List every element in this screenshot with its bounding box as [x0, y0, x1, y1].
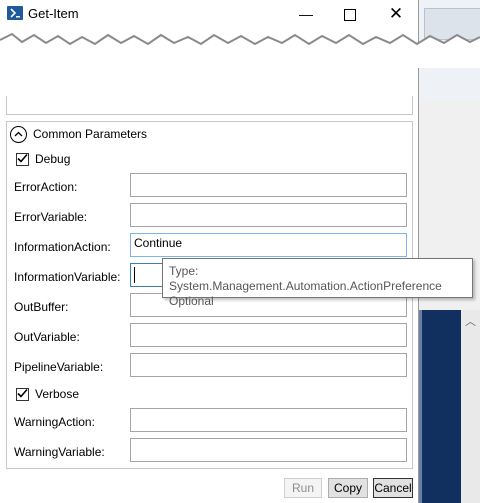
erroraction-label: ErrorAction: [14, 180, 78, 194]
torn-edge-divider [0, 32, 480, 68]
get-item-dialog: Get-Item — ✕ Common Parameters Debug Err… [0, 0, 419, 503]
errorvariable-field[interactable] [130, 203, 407, 227]
errorvariable-label: ErrorVariable: [14, 210, 88, 224]
verbose-checkbox[interactable] [16, 387, 29, 401]
minimize-button[interactable]: — [284, 2, 328, 26]
warningvariable-field[interactable] [130, 438, 407, 462]
maximize-icon [344, 9, 356, 22]
verbose-checkbox-row[interactable]: Verbose [16, 386, 79, 402]
previous-section-panel [6, 96, 413, 115]
verbose-label: Verbose [35, 387, 80, 401]
parameter-tooltip: Type: System.Management.Automation.Actio… [162, 258, 473, 308]
common-parameters-header[interactable]: Common Parameters [10, 125, 147, 143]
title-bar[interactable]: Get-Item — ✕ [0, 0, 418, 28]
background-console-margin [419, 310, 462, 503]
outvariable-label: OutVariable: [14, 330, 80, 344]
tooltip-optional-line: Optional [169, 294, 214, 308]
debug-checkbox-row[interactable]: Debug [16, 151, 70, 167]
window-title: Get-Item [28, 6, 79, 21]
close-button[interactable]: ✕ [374, 2, 418, 26]
informationvariable-label: InformationVariable: [14, 270, 121, 284]
outvariable-field[interactable] [130, 323, 407, 347]
outbuffer-label: OutBuffer: [14, 300, 69, 314]
informationvariable-field[interactable] [130, 263, 163, 287]
background-scrollbar[interactable]: ︿ [461, 310, 480, 503]
debug-checkbox[interactable] [16, 152, 29, 166]
warningvariable-label: WarningVariable: [14, 445, 105, 459]
cancel-button[interactable]: Cancel [373, 478, 413, 498]
pipelinevariable-label: PipelineVariable: [14, 360, 104, 374]
pipelinevariable-field[interactable] [130, 353, 407, 377]
erroraction-field[interactable] [130, 173, 407, 197]
run-button[interactable]: Run [284, 478, 322, 498]
informationaction-field[interactable]: Continue [130, 233, 407, 257]
debug-label: Debug [35, 152, 71, 166]
section-title: Common Parameters [33, 127, 148, 141]
copy-button[interactable]: Copy [328, 478, 368, 498]
scroll-up-icon[interactable]: ︿ [465, 313, 476, 329]
maximize-button[interactable] [328, 2, 372, 26]
warningaction-label: WarningAction: [14, 415, 95, 429]
informationaction-label: InformationAction: [14, 240, 111, 254]
powershell-icon [7, 5, 23, 21]
warningaction-field[interactable] [130, 408, 407, 432]
text-caret [134, 267, 135, 283]
tooltip-type-line: Type: System.Management.Automation.Actio… [169, 264, 442, 293]
collapse-chevron-up-icon[interactable] [10, 125, 27, 143]
